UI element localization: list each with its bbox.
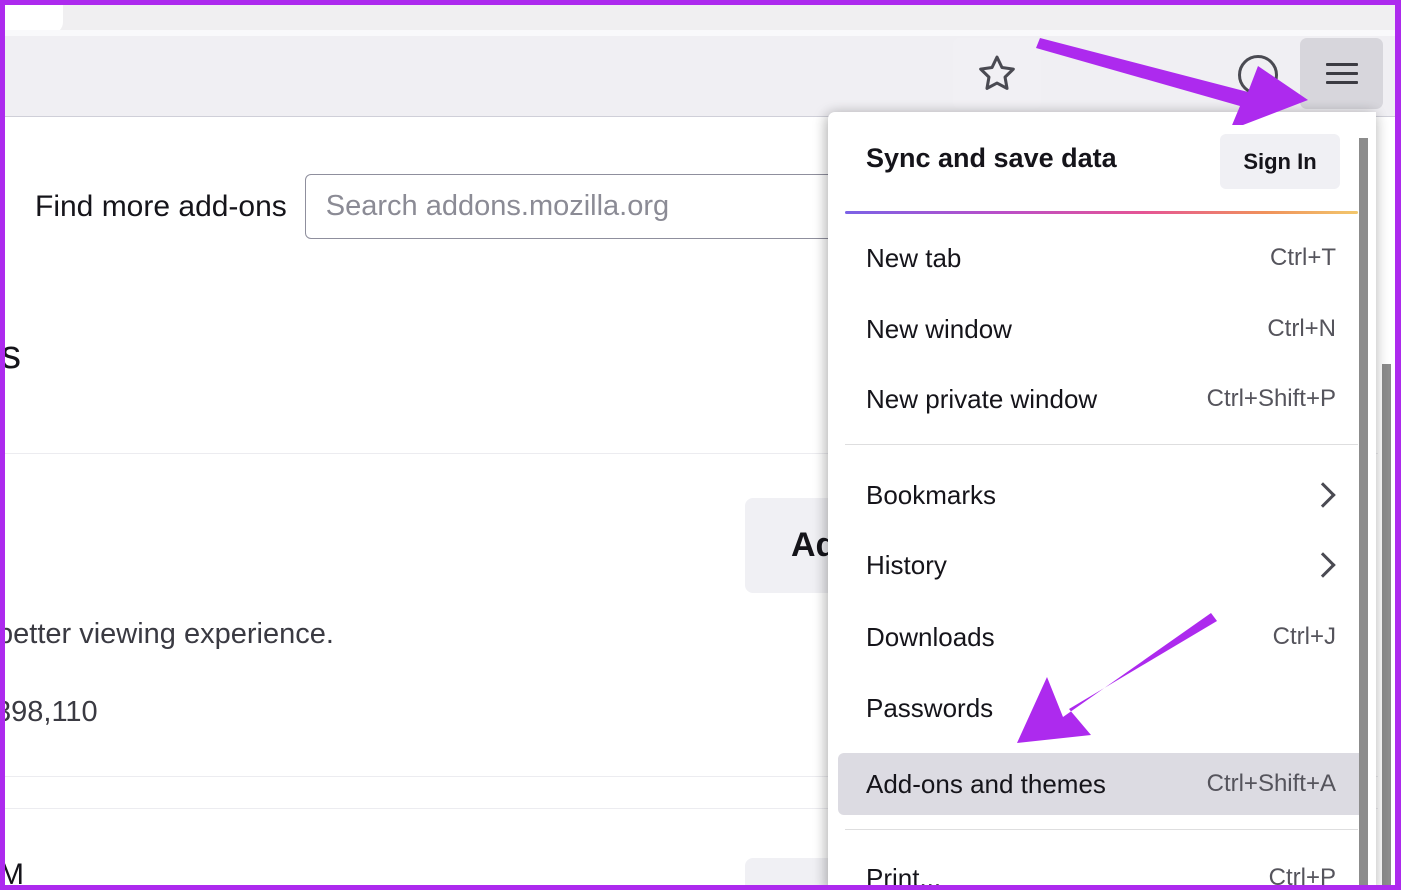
page-scrollbar-track[interactable] xyxy=(1378,118,1395,885)
tab-strip xyxy=(5,5,1395,30)
menu-item-label: Passwords xyxy=(866,692,994,723)
menu-item-label: Downloads xyxy=(866,621,995,652)
menu-item-new-tab[interactable]: New tab Ctrl+T xyxy=(838,227,1366,289)
menu-item-label: Bookmarks xyxy=(866,479,997,510)
menu-separator xyxy=(845,444,1358,445)
bookmark-star-button[interactable] xyxy=(953,38,1041,109)
menu-item-new-private-window[interactable]: New private window Ctrl+Shift+P xyxy=(838,368,1366,430)
active-tab-corner[interactable] xyxy=(5,0,63,34)
sync-and-save-title: Sync and save data xyxy=(866,142,1117,173)
menu-item-bookmarks[interactable]: Bookmarks xyxy=(838,464,1366,526)
menu-item-shortcut: Ctrl+Shift+A xyxy=(1206,770,1336,797)
menu-item-shortcut: Ctrl+J xyxy=(1272,623,1336,650)
menu-scrollbar-thumb[interactable] xyxy=(1359,138,1368,890)
page-scrollbar-thumb[interactable] xyxy=(1382,364,1391,885)
menu-item-print[interactable]: Print... Ctrl+P xyxy=(838,847,1366,890)
menu-item-shortcut: Ctrl+T xyxy=(1270,244,1336,271)
menu-item-label: History xyxy=(866,549,947,580)
star-icon xyxy=(979,55,1015,90)
truncated-tail-text: M xyxy=(5,858,24,885)
sync-and-save-row: Sync and save data Sign In xyxy=(828,112,1376,204)
menu-item-shortcut: Ctrl+N xyxy=(1267,315,1336,342)
menu-item-downloads[interactable]: Downloads Ctrl+J xyxy=(838,606,1366,668)
toolbar-top-strip xyxy=(5,30,1395,36)
annotation-frame-right xyxy=(1395,0,1401,890)
hamburger-menu-icon xyxy=(1325,57,1358,90)
menu-item-label: New private window xyxy=(866,383,1098,414)
app-menu-list: Sync and save data Sign In New tab Ctrl+T… xyxy=(828,112,1376,890)
menu-item-label: Print... xyxy=(866,862,942,890)
chevron-right-icon xyxy=(1310,552,1336,578)
search-addons-placeholder: Search addons.mozilla.org xyxy=(325,190,670,222)
menu-item-label: Add-ons and themes xyxy=(866,768,1106,799)
menu-separator xyxy=(845,829,1358,830)
menu-item-label: New tab xyxy=(866,242,962,273)
chevron-right-icon xyxy=(1310,482,1336,508)
addon-users-count: 398,110 xyxy=(5,696,98,728)
browser-screenshot: Find more add-ons Search addons.mozilla.… xyxy=(0,0,1401,890)
sign-in-button[interactable]: Sign In xyxy=(1220,134,1340,189)
addon-description-text: better viewing experience. xyxy=(5,618,334,650)
truncated-section-heading: s xyxy=(5,333,21,377)
app-menu-panel: Sync and save data Sign In New tab Ctrl+T… xyxy=(828,112,1376,890)
find-more-addons-row: Find more add-ons Search addons.mozilla.… xyxy=(35,174,905,239)
menu-item-shortcut: Ctrl+P xyxy=(1268,864,1336,890)
search-addons-input[interactable]: Search addons.mozilla.org xyxy=(304,174,905,239)
menu-item-new-window[interactable]: New window Ctrl+N xyxy=(838,298,1366,360)
find-more-addons-label: Find more add-ons xyxy=(35,189,287,223)
navigation-toolbar xyxy=(5,30,1395,117)
menu-item-passwords[interactable]: Passwords xyxy=(838,677,1366,739)
menu-item-shortcut: Ctrl+Shift+P xyxy=(1206,385,1336,412)
account-circle-icon[interactable] xyxy=(1238,55,1278,95)
app-menu-button[interactable] xyxy=(1300,38,1383,109)
menu-item-label: New window xyxy=(866,313,1012,344)
menu-item-history[interactable]: History xyxy=(838,534,1366,596)
menu-item-add-ons-and-themes[interactable]: Add-ons and themes Ctrl+Shift+A xyxy=(838,753,1366,815)
firefox-gradient-divider xyxy=(845,211,1358,214)
